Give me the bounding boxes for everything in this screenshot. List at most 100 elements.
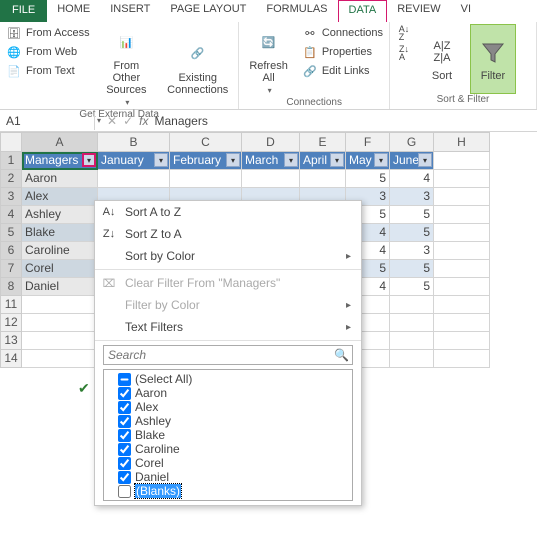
header-january[interactable]: January▾ (98, 152, 170, 170)
cell[interactable] (434, 260, 490, 278)
filter-check-item[interactable]: Daniel (118, 470, 350, 484)
row-head[interactable]: 14 (0, 350, 22, 368)
col-head-A[interactable]: A (22, 132, 98, 152)
filter-check-item[interactable]: Ashley (118, 414, 350, 428)
row-head[interactable]: 8 (0, 278, 22, 296)
filter-dropdown-icon[interactable]: ▾ (284, 153, 298, 167)
cell[interactable] (22, 350, 98, 368)
row-head-1[interactable]: 1 (0, 152, 22, 170)
cell-jun[interactable]: 4 (390, 170, 434, 188)
col-head-D[interactable]: D (242, 132, 300, 152)
filter-check-item[interactable]: Aaron (118, 386, 350, 400)
filter-check-item[interactable]: (Blanks) (118, 484, 350, 498)
cell[interactable] (434, 278, 490, 296)
header-february[interactable]: February▾ (170, 152, 242, 170)
cell[interactable] (98, 170, 170, 188)
row-head[interactable]: 6 (0, 242, 22, 260)
cell-name[interactable]: Alex (22, 188, 98, 206)
properties-button[interactable]: 📋Properties (300, 43, 385, 61)
cell[interactable] (434, 188, 490, 206)
edit-links-button[interactable]: 🔗Edit Links (300, 62, 385, 80)
cell[interactable] (434, 224, 490, 242)
col-head-B[interactable]: B (98, 132, 170, 152)
cell[interactable] (22, 332, 98, 350)
connections-button[interactable]: ⚯Connections (300, 24, 385, 42)
from-text-button[interactable]: 📄From Text (4, 62, 92, 80)
filter-checkbox[interactable] (118, 429, 131, 442)
filter-check-item[interactable]: (Select All) (118, 372, 350, 386)
cell[interactable] (300, 170, 346, 188)
from-other-sources-button[interactable]: 📊 From Other Sources▾ (98, 24, 156, 109)
cell-name[interactable]: Ashley (22, 206, 98, 224)
cell[interactable] (170, 170, 242, 188)
col-head-C[interactable]: C (170, 132, 242, 152)
sort-za-small[interactable]: Z↓A (394, 44, 414, 62)
filter-button[interactable]: Filter (470, 24, 516, 94)
cell-jun[interactable]: 3 (390, 242, 434, 260)
formula-value[interactable]: Managers (154, 114, 207, 128)
fx-accept-icon[interactable]: ✓ (123, 114, 133, 128)
cell-name[interactable]: Corel (22, 260, 98, 278)
fx-icon[interactable]: fx (139, 114, 148, 128)
tab-home[interactable]: HOME (47, 0, 100, 22)
cell-jun[interactable]: 5 (390, 260, 434, 278)
cell-jun[interactable]: 5 (390, 224, 434, 242)
cell[interactable] (390, 350, 434, 368)
col-head-E[interactable]: E (300, 132, 346, 152)
cell-name[interactable]: Caroline (22, 242, 98, 260)
tab-review[interactable]: REVIEW (387, 0, 450, 22)
cell[interactable] (434, 332, 490, 350)
row-head[interactable]: 3 (0, 188, 22, 206)
fx-cancel-icon[interactable]: ✕ (107, 114, 117, 128)
filter-check-item[interactable]: Caroline (118, 442, 350, 456)
cell[interactable] (434, 206, 490, 224)
filter-dropdown-icon[interactable]: ▾ (226, 153, 240, 167)
from-web-button[interactable]: 🌐From Web (4, 43, 92, 61)
cell[interactable] (434, 350, 490, 368)
col-head-G[interactable]: G (390, 132, 434, 152)
menu-sort-za[interactable]: Z↓Sort Z to A (95, 223, 361, 245)
row-head[interactable]: 2 (0, 170, 22, 188)
row-head[interactable]: 13 (0, 332, 22, 350)
cell[interactable] (390, 296, 434, 314)
filter-checkbox[interactable] (118, 457, 131, 470)
cell-jun[interactable]: 3 (390, 188, 434, 206)
cell[interactable] (390, 314, 434, 332)
filter-checkbox[interactable] (118, 471, 131, 484)
row-head[interactable]: 12 (0, 314, 22, 332)
menu-sort-color[interactable]: Sort by Color▸ (95, 245, 361, 267)
header-april[interactable]: April▾ (300, 152, 346, 170)
filter-search-input[interactable] (103, 345, 353, 365)
tab-view-cut[interactable]: VI (451, 0, 481, 22)
col-head-H[interactable]: H (434, 132, 490, 152)
cell[interactable] (434, 242, 490, 260)
row-head[interactable]: 4 (0, 206, 22, 224)
filter-dropdown-icon[interactable]: ▾ (418, 153, 432, 167)
cell-jun[interactable]: 5 (390, 206, 434, 224)
tab-insert[interactable]: INSERT (100, 0, 160, 22)
cell[interactable] (434, 296, 490, 314)
filter-checkbox[interactable] (118, 373, 131, 386)
filter-checkbox[interactable] (118, 387, 131, 400)
tab-file[interactable]: FILE (0, 0, 47, 22)
header-march[interactable]: March▾ (242, 152, 300, 170)
menu-sort-az[interactable]: A↓Sort A to Z (95, 201, 361, 223)
tab-data[interactable]: DATA (338, 0, 388, 22)
select-all-corner[interactable] (0, 132, 22, 152)
tab-formulas[interactable]: FORMULAS (256, 0, 337, 22)
filter-dropdown-icon[interactable]: ▾ (154, 153, 168, 167)
cell-may[interactable]: 5 (346, 170, 390, 188)
cell[interactable] (390, 332, 434, 350)
filter-checkbox[interactable] (118, 401, 131, 414)
row-head[interactable]: 5 (0, 224, 22, 242)
refresh-all-button[interactable]: 🔄 Refresh All▾ (243, 24, 294, 97)
cell[interactable] (22, 314, 98, 332)
header-managers[interactable]: Managers▾ (22, 152, 98, 170)
menu-text-filters[interactable]: Text Filters▸ (95, 316, 361, 338)
cell[interactable] (22, 296, 98, 314)
sort-az-small[interactable]: A↓Z (394, 24, 414, 42)
header-june[interactable]: June▾ (390, 152, 434, 170)
filter-check-item[interactable]: Blake (118, 428, 350, 442)
cell-jun[interactable]: 5 (390, 278, 434, 296)
filter-dropdown-icon[interactable]: ▾ (330, 153, 344, 167)
